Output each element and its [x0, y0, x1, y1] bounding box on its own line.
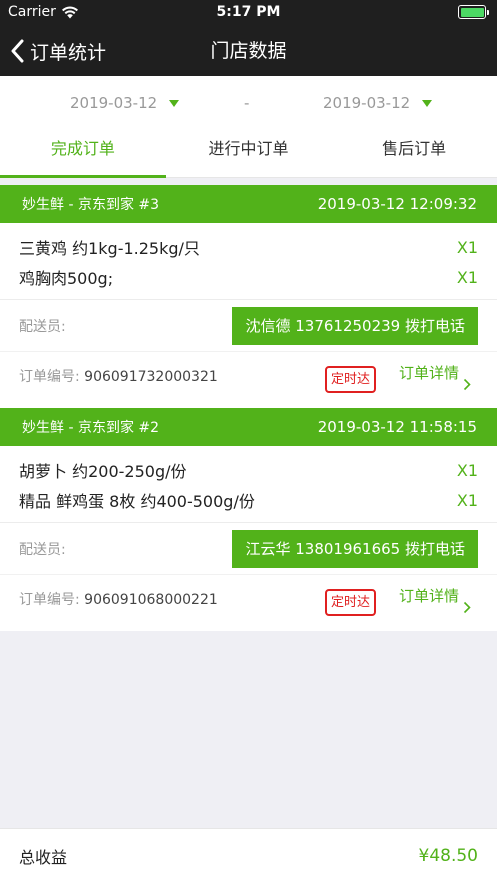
total-revenue-amount: ¥48.50 — [418, 846, 478, 866]
status-time: 5:17 PM — [216, 4, 281, 20]
scheduled-delivery-badge: 定时达 — [325, 589, 377, 616]
date-separator: - — [244, 94, 250, 112]
order-number-value: 906091732000321 — [84, 369, 218, 385]
order-time: 2019-03-12 12:09:32 — [317, 195, 477, 213]
chevron-left-icon — [11, 39, 24, 63]
nav-bar: 订单统计 门店数据 — [0, 26, 497, 76]
chevron-right-icon — [463, 601, 471, 614]
date-range-filter: 2019-03-12 - 2019-03-12 — [0, 76, 497, 128]
dropdown-arrow-icon — [422, 99, 433, 107]
battery-icon — [458, 5, 489, 19]
end-date-picker[interactable]: 2019-03-12 — [323, 94, 433, 112]
status-bar: Carrier 5:17 PM — [0, 0, 497, 26]
end-date: 2019-03-12 — [323, 94, 411, 112]
order-detail-link[interactable]: 订单详情 — [399, 585, 471, 614]
order-number-value: 906091068000221 — [84, 592, 218, 608]
tab-in-progress-orders[interactable]: 进行中订单 — [166, 128, 332, 177]
order-card-header: 妙生鲜 - 京东到家 #3 2019-03-12 12:09:32 — [0, 185, 497, 223]
order-time: 2019-03-12 11:58:15 — [317, 418, 477, 436]
order-tabs: 完成订单 进行中订单 售后订单 — [0, 128, 497, 178]
order-items: 三黄鸡 约1kg-1.25kg/只 X1 鸡胸肉500g; X1 — [0, 223, 497, 300]
order-card-header: 妙生鲜 - 京东到家 #2 2019-03-12 11:58:15 — [0, 408, 497, 446]
order-info-row: 订单编号: 906091068000221 定时达 订单详情 — [0, 575, 497, 631]
order-number-label: 订单编号: — [19, 592, 80, 608]
order-items: 胡萝卜 约200-250g/份 X1 精品 鲜鸡蛋 8枚 约400-500g/份… — [0, 446, 497, 523]
order-detail-link[interactable]: 订单详情 — [399, 362, 471, 391]
courier-row: 配送员: 沈信德 13761250239 拨打电话 — [0, 300, 497, 352]
list-item: 精品 鲜鸡蛋 8枚 约400-500g/份 X1 — [19, 485, 478, 515]
item-name: 胡萝卜 约200-250g/份 — [19, 462, 187, 481]
courier-row: 配送员: 江云华 13801961665 拨打电话 — [0, 523, 497, 575]
start-date: 2019-03-12 — [70, 94, 158, 112]
item-quantity: X1 — [456, 237, 478, 257]
order-card: 妙生鲜 - 京东到家 #3 2019-03-12 12:09:32 三黄鸡 约1… — [0, 185, 497, 408]
chevron-right-icon — [463, 378, 471, 391]
order-number-label: 订单编号: — [19, 369, 80, 385]
total-revenue-label: 总收益 — [19, 848, 68, 867]
order-info-row: 订单编号: 906091732000321 定时达 订单详情 — [0, 352, 497, 408]
tab-after-sales-orders[interactable]: 售后订单 — [331, 128, 497, 177]
store-name: 妙生鲜 - 京东到家 #3 — [22, 197, 160, 213]
store-name: 妙生鲜 - 京东到家 #2 — [22, 420, 160, 436]
item-quantity: X1 — [456, 267, 478, 287]
back-button[interactable]: 订单统计 — [10, 26, 106, 76]
item-name: 精品 鲜鸡蛋 8枚 约400-500g/份 — [19, 492, 255, 511]
list-item: 胡萝卜 约200-250g/份 X1 — [19, 455, 478, 485]
call-courier-button[interactable]: 江云华 13801961665 拨打电话 — [232, 529, 478, 568]
item-quantity: X1 — [456, 460, 478, 480]
courier-label: 配送员: — [19, 318, 66, 335]
scheduled-delivery-badge: 定时达 — [325, 366, 377, 393]
order-detail-label: 订单详情 — [399, 364, 460, 382]
order-card: 妙生鲜 - 京东到家 #2 2019-03-12 11:58:15 胡萝卜 约2… — [0, 408, 497, 631]
total-revenue-bar: 总收益 ¥48.50 — [0, 828, 497, 883]
dropdown-arrow-icon — [169, 99, 180, 107]
item-name: 三黄鸡 约1kg-1.25kg/只 — [19, 239, 200, 258]
order-detail-label: 订单详情 — [399, 587, 460, 605]
list-item: 三黄鸡 约1kg-1.25kg/只 X1 — [19, 232, 478, 262]
call-courier-button[interactable]: 沈信德 13761250239 拨打电话 — [232, 306, 478, 345]
courier-label: 配送员: — [19, 541, 66, 558]
item-name: 鸡胸肉500g; — [19, 269, 114, 288]
back-label: 订单统计 — [30, 41, 107, 64]
start-date-picker[interactable]: 2019-03-12 — [70, 94, 180, 112]
tab-completed-orders[interactable]: 完成订单 — [0, 128, 166, 178]
order-number: 订单编号: 906091732000321 — [19, 366, 218, 386]
list-item: 鸡胸肉500g; X1 — [19, 262, 478, 292]
order-number: 订单编号: 906091068000221 — [19, 589, 218, 609]
item-quantity: X1 — [456, 490, 478, 510]
